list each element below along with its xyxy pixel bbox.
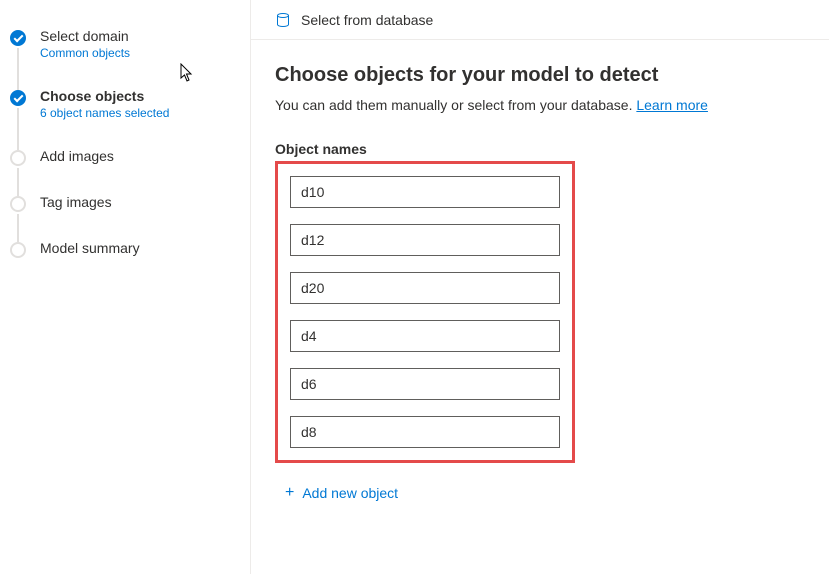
step-title: Tag images bbox=[40, 194, 240, 210]
subtext-prefix: You can add them manually or select from… bbox=[275, 97, 636, 113]
circle-icon bbox=[10, 196, 26, 212]
object-row bbox=[290, 320, 560, 352]
page-subtext: You can add them manually or select from… bbox=[275, 97, 805, 113]
step-title: Add images bbox=[40, 148, 240, 164]
circle-icon bbox=[10, 150, 26, 166]
wizard-steps: Select domain Common objects Choose obje… bbox=[10, 28, 240, 286]
add-new-object-button[interactable]: + Add new object bbox=[283, 481, 400, 505]
plus-icon: + bbox=[285, 485, 294, 501]
step-title: Select domain bbox=[40, 28, 240, 44]
database-icon bbox=[275, 12, 291, 28]
circle-icon bbox=[10, 242, 26, 258]
object-names-label: Object names bbox=[275, 141, 805, 157]
learn-more-link[interactable]: Learn more bbox=[636, 97, 708, 113]
step-title: Choose objects bbox=[40, 88, 240, 104]
object-name-input[interactable] bbox=[290, 416, 560, 448]
object-row bbox=[290, 416, 560, 448]
topbar: Select from database bbox=[251, 0, 829, 40]
object-row bbox=[290, 224, 560, 256]
object-name-input[interactable] bbox=[290, 176, 560, 208]
object-name-input[interactable] bbox=[290, 224, 560, 256]
step-model-summary[interactable]: Model summary bbox=[10, 240, 240, 286]
step-connector bbox=[17, 214, 19, 242]
step-add-images[interactable]: Add images bbox=[10, 148, 240, 194]
object-name-input[interactable] bbox=[290, 272, 560, 304]
object-names-highlight-box bbox=[275, 161, 575, 463]
object-row bbox=[290, 368, 560, 400]
object-name-input[interactable] bbox=[290, 320, 560, 352]
main-panel: Select from database Choose objects for … bbox=[250, 0, 829, 574]
step-subtitle: Common objects bbox=[40, 46, 240, 60]
check-icon bbox=[10, 30, 26, 46]
object-name-input[interactable] bbox=[290, 368, 560, 400]
check-icon bbox=[10, 90, 26, 106]
object-row bbox=[290, 272, 560, 304]
page-heading: Choose objects for your model to detect bbox=[275, 64, 805, 87]
step-choose-objects[interactable]: Choose objects 6 object names selected bbox=[10, 88, 240, 148]
step-connector bbox=[17, 108, 19, 150]
step-subtitle: 6 object names selected bbox=[40, 106, 240, 120]
step-title: Model summary bbox=[40, 240, 240, 256]
step-tag-images[interactable]: Tag images bbox=[10, 194, 240, 240]
step-connector bbox=[17, 168, 19, 196]
select-from-database-button[interactable]: Select from database bbox=[301, 12, 433, 28]
wizard-sidebar: Select domain Common objects Choose obje… bbox=[0, 0, 250, 574]
step-connector bbox=[17, 48, 19, 90]
object-row bbox=[290, 176, 560, 208]
add-object-row: + Add new object bbox=[275, 481, 805, 505]
content-area: Choose objects for your model to detect … bbox=[251, 40, 829, 505]
step-select-domain[interactable]: Select domain Common objects bbox=[10, 28, 240, 88]
add-new-object-label: Add new object bbox=[302, 485, 398, 501]
